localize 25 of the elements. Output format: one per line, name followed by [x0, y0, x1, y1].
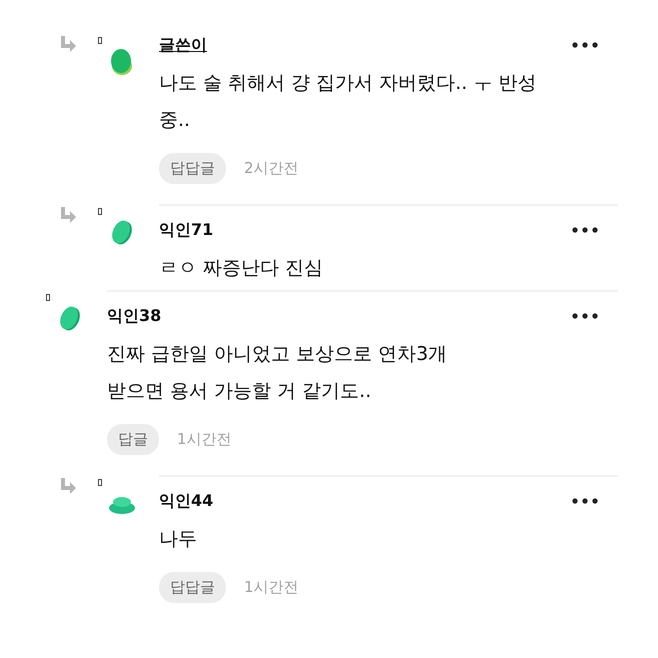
reply-button[interactable]: 답답글 — [159, 153, 226, 184]
reply-button[interactable]: 답답글 — [159, 572, 226, 603]
comment-text: 나두 — [159, 527, 197, 552]
more-icon[interactable] — [572, 313, 598, 319]
reply-button[interactable]: 답글 — [107, 424, 159, 455]
timestamp: 1시간전 — [177, 430, 232, 449]
more-icon[interactable] — [572, 42, 598, 48]
author-name: 글쓴이 — [159, 34, 207, 56]
timestamp: 1시간전 — [244, 578, 299, 597]
box-icon — [98, 479, 102, 486]
more-icon[interactable] — [572, 498, 598, 504]
author-name: 익인44 — [159, 490, 214, 512]
timestamp: 2시간전 — [244, 159, 299, 178]
comment-text: 진짜 급한일 아니었고 보상으로 연차3개 받으면 용서 가능할 거 같기도.. — [107, 342, 448, 404]
author-name: 익인71 — [159, 220, 214, 240]
box-icon — [98, 208, 102, 215]
box-icon — [98, 37, 102, 44]
box-icon — [46, 294, 50, 301]
comment-text: ㄹㅇ 짜증난다 진심 — [159, 256, 324, 281]
reply-arrow-icon — [58, 207, 76, 223]
reply-arrow-icon — [58, 478, 76, 494]
more-icon[interactable] — [572, 227, 598, 233]
reply-arrow-icon — [58, 36, 76, 52]
comment-text: 나도 술 취해서 걍 집가서 자버렸다.. ㅜ 반성 중.. — [159, 71, 536, 133]
author-name: 익인38 — [107, 306, 162, 326]
